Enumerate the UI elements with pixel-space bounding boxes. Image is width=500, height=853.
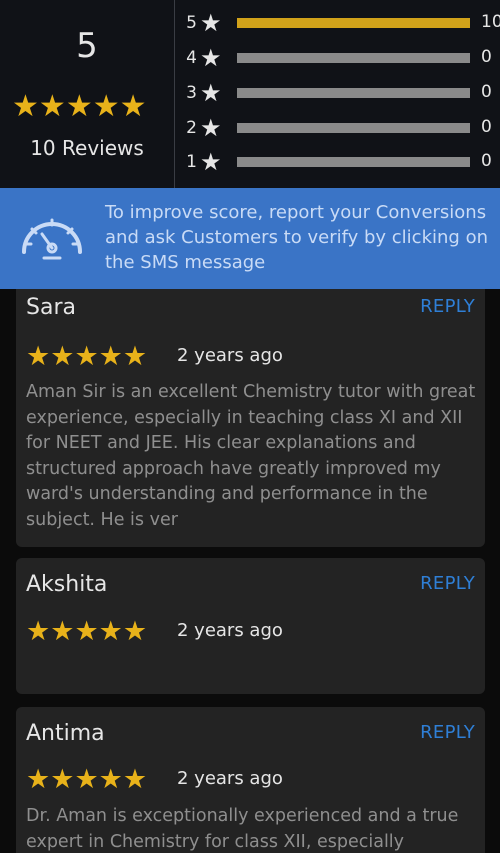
reviewer-name: Antima (26, 721, 105, 746)
star-icon: ★ (74, 341, 99, 372)
rating-row-count: 0 (481, 82, 492, 102)
star-icon: ★ (38, 89, 66, 124)
average-score: 5 (76, 26, 98, 66)
review-card: Antima REPLY ★ ★ ★ ★ ★ 2 years ago Dr. A… (16, 707, 485, 853)
reviewer-name: Sara (26, 295, 76, 320)
star-icon: ★ (50, 341, 75, 372)
star-icon: ★ (122, 616, 148, 647)
review-card: Sara REPLY ★ ★ ★ ★ ★ 2 years ago Aman Si… (16, 289, 485, 547)
star-icon: ★ (98, 616, 123, 647)
reviews-list[interactable]: Sara REPLY ★ ★ ★ ★ ★ 2 years ago Aman Si… (0, 289, 500, 853)
review-text: Dr. Aman is exceptionally experienced an… (26, 806, 459, 852)
review-stars: ★ ★ ★ ★ ★ (26, 343, 147, 370)
rating-bar-track (237, 157, 470, 167)
star-icon: ★ (92, 89, 120, 124)
rating-bar-track (237, 123, 470, 133)
average-score-panel: 5 ★ ★ ★ ★ ★ 10 Reviews (0, 0, 175, 188)
rating-row-count: 0 (481, 47, 492, 67)
rating-bar-track (237, 88, 470, 98)
star-icon: ★ (98, 341, 123, 372)
star-icon: ★ (65, 89, 93, 124)
rating-row-count: 0 (481, 151, 492, 171)
star-icon: ★ (50, 764, 75, 795)
rating-row-count: 0 (481, 117, 492, 137)
reply-button[interactable]: REPLY (420, 573, 475, 594)
star-icon: ★ (200, 148, 222, 176)
review-card: Akshita REPLY ★ ★ ★ ★ ★ 2 years ago (16, 558, 485, 694)
rating-summary: 5 ★ ★ ★ ★ ★ 10 Reviews 5 ★ 10 4 ★ 0 3 ★ … (0, 0, 500, 188)
rating-row-count: 10 (481, 12, 500, 32)
star-icon: ★ (26, 764, 51, 795)
star-icon: ★ (12, 89, 39, 124)
rating-row-stars: 4 (186, 48, 197, 68)
improve-score-banner[interactable]: To improve score, report your Conversion… (0, 188, 500, 289)
review-text: Aman Sir is an excellent Chemistry tutor… (26, 382, 476, 530)
star-icon: ★ (74, 764, 99, 795)
rating-bar-track (237, 18, 470, 28)
star-icon: ★ (74, 616, 99, 647)
star-icon: ★ (122, 764, 148, 795)
reply-button[interactable]: REPLY (420, 296, 475, 317)
rating-row-stars: 1 (186, 152, 197, 172)
rating-row-3: 3 ★ 0 (185, 81, 495, 105)
star-icon: ★ (26, 616, 51, 647)
star-icon: ★ (200, 114, 222, 142)
review-time: 2 years ago (177, 345, 283, 366)
star-icon: ★ (122, 341, 148, 372)
reviews-count: 10 Reviews (30, 136, 144, 160)
star-icon: ★ (200, 44, 222, 72)
review-stars: ★ ★ ★ ★ ★ (26, 618, 147, 645)
review-time: 2 years ago (177, 620, 283, 641)
review-time: 2 years ago (177, 768, 283, 789)
average-stars: ★ ★ ★ ★ ★ (12, 92, 147, 122)
banner-message: To improve score, report your Conversion… (105, 202, 488, 273)
rating-bar-fill (237, 18, 470, 28)
rating-row-stars: 2 (186, 118, 197, 138)
reviewer-name: Akshita (26, 572, 108, 597)
review-stars: ★ ★ ★ ★ ★ (26, 766, 147, 793)
star-icon: ★ (200, 79, 222, 107)
rating-row-stars: 5 (186, 13, 197, 33)
rating-row-1: 1 ★ 0 (185, 150, 495, 174)
star-icon: ★ (98, 764, 123, 795)
rating-row-5: 5 ★ 10 (185, 9, 500, 37)
rating-row-2: 2 ★ 0 (185, 116, 495, 140)
speedometer-icon (22, 218, 82, 260)
star-icon: ★ (200, 9, 222, 37)
rating-row-stars: 3 (186, 83, 197, 103)
star-icon: ★ (50, 616, 75, 647)
rating-bar-track (237, 53, 470, 63)
rating-breakdown: 5 ★ 10 4 ★ 0 3 ★ 0 2 ★ 0 1 ★ 0 (175, 0, 500, 188)
star-icon: ★ (119, 89, 147, 124)
reply-button[interactable]: REPLY (420, 722, 475, 743)
star-icon: ★ (26, 341, 51, 372)
rating-row-4: 4 ★ 0 (185, 46, 495, 70)
